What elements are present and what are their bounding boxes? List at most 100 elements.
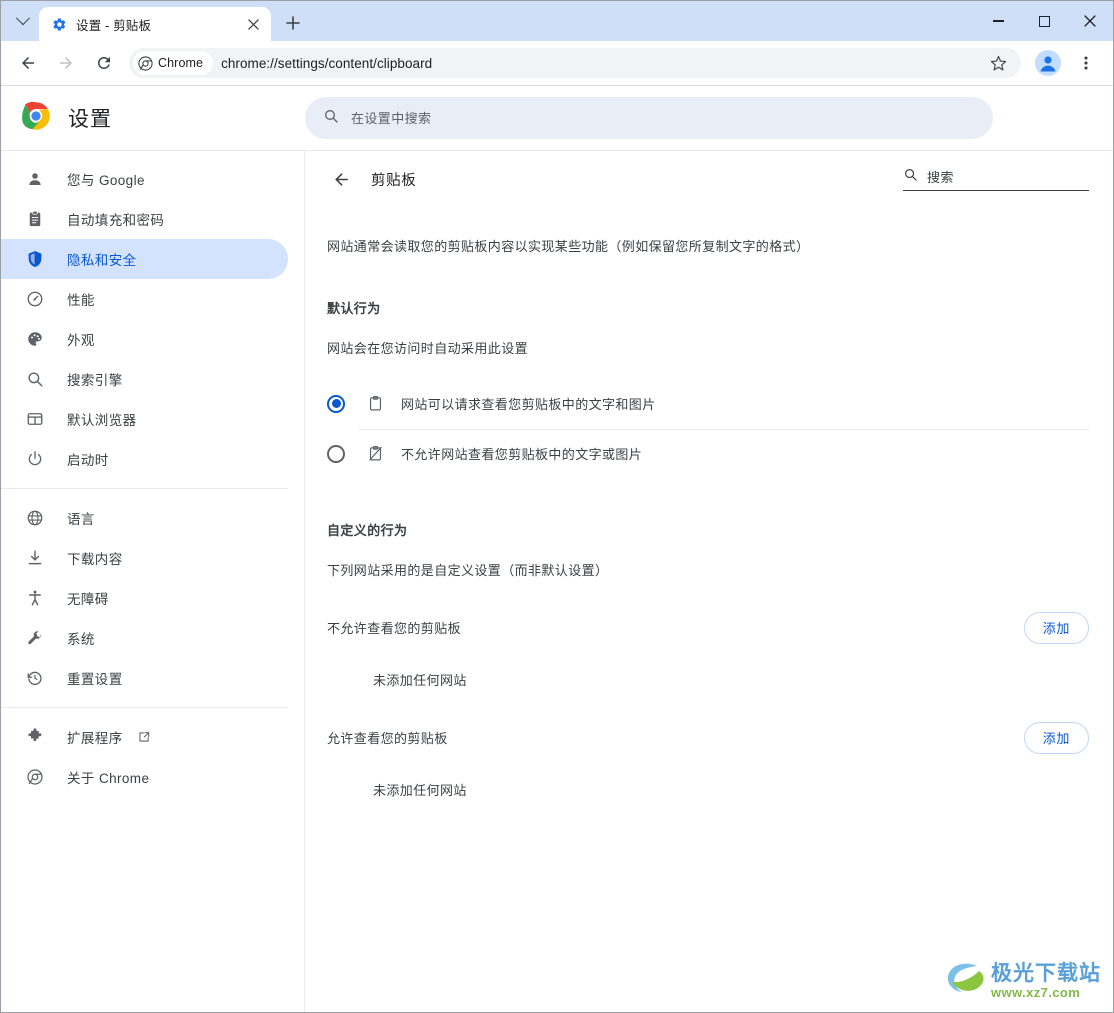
settings-brand: 设置 bbox=[21, 101, 305, 136]
sidebar-item-label: 关于 Chrome bbox=[67, 771, 150, 786]
exception-block-allowed: 允许查看您的剪贴板 添加 未添加任何网站 bbox=[305, 717, 1113, 799]
sidebar-item-autofill-passwords[interactable]: 自动填充和密码 bbox=[1, 199, 288, 239]
sidebar-divider-2 bbox=[1, 707, 288, 708]
back-button[interactable] bbox=[323, 161, 359, 197]
sidebar-item-you-and-google[interactable]: 您与 Google bbox=[1, 159, 288, 199]
sidebar-item-appearance[interactable]: 外观 bbox=[1, 319, 288, 359]
forward-button[interactable] bbox=[50, 47, 82, 79]
sidebar-item-label: 搜索引擎 bbox=[67, 373, 123, 388]
search-icon bbox=[25, 369, 45, 389]
sidebar-item-system[interactable]: 系统 bbox=[1, 618, 288, 658]
sidebar-item-label: 下载内容 bbox=[67, 552, 123, 567]
tab-search-button[interactable] bbox=[9, 7, 37, 35]
empty-state-text: 未添加任何网站 bbox=[373, 782, 467, 798]
sidebar-item-extensions[interactable]: 扩展程序 bbox=[1, 717, 288, 757]
tab-strip: 设置 - 剪贴板 bbox=[1, 1, 1113, 41]
address-bar[interactable]: Chrome chrome://settings/content/clipboa… bbox=[129, 48, 1021, 78]
subpage-title: 剪贴板 bbox=[371, 172, 417, 189]
sidebar-item-label: 您与 Google bbox=[67, 173, 145, 188]
history-restore-icon bbox=[25, 668, 45, 688]
settings-header: 设置 bbox=[1, 86, 1113, 150]
profile-avatar-icon bbox=[1035, 50, 1061, 76]
maximize-button[interactable] bbox=[1021, 1, 1067, 41]
chrome-logo-icon bbox=[25, 767, 45, 787]
accessibility-icon bbox=[25, 588, 45, 608]
forward-arrow-icon bbox=[60, 57, 72, 69]
sidebar-item-languages[interactable]: 语言 bbox=[1, 498, 288, 538]
back-button[interactable] bbox=[12, 47, 44, 79]
gear-icon bbox=[51, 16, 67, 32]
radio-option-label: 不允许网站查看您剪贴板中的文字或图片 bbox=[401, 447, 643, 462]
close-icon[interactable] bbox=[243, 14, 263, 34]
download-icon bbox=[25, 548, 45, 568]
new-tab-button[interactable] bbox=[279, 9, 307, 37]
subpage-header: 剪贴板 bbox=[305, 151, 1113, 207]
sidebar-item-label: 外观 bbox=[67, 333, 95, 348]
globe-icon bbox=[25, 508, 45, 528]
content-search-input[interactable] bbox=[927, 169, 1089, 185]
sidebar-item-label: 语言 bbox=[67, 512, 95, 527]
sidebar-item-reset-settings[interactable]: 重置设置 bbox=[1, 658, 288, 698]
settings-page: 设置 在设置中搜索 您与 Google 自动填充和密码 隐私和安全 性能 外观 … bbox=[1, 86, 1113, 1012]
sidebar-item-performance[interactable]: 性能 bbox=[1, 279, 288, 319]
sidebar-item-accessibility[interactable]: 无障碍 bbox=[1, 578, 288, 618]
add-blocked-site-button[interactable]: 添加 bbox=[1023, 611, 1089, 644]
add-allowed-site-button[interactable]: 添加 bbox=[1023, 721, 1089, 754]
browser-menu-button[interactable] bbox=[1070, 47, 1102, 79]
main-content: 剪贴板 网站通常会读取您的剪贴板内容以实现某些功能（例如保留您所复制 bbox=[305, 151, 1113, 1012]
sidebar-item-on-startup[interactable]: 启动时 bbox=[1, 439, 288, 479]
exception-title: 允许查看您的剪贴板 bbox=[327, 731, 448, 746]
chrome-logo-icon bbox=[138, 55, 153, 71]
exception-header: 不允许查看您的剪贴板 添加 bbox=[305, 607, 1113, 649]
browser-window-icon bbox=[25, 409, 45, 429]
radio-button-selected[interactable] bbox=[327, 394, 345, 413]
sidebar-item-label: 自动填充和密码 bbox=[67, 213, 165, 228]
reload-button[interactable] bbox=[88, 47, 120, 79]
browser-tab-settings[interactable]: 设置 - 剪贴板 bbox=[39, 7, 271, 41]
sidebar-item-label: 隐私和安全 bbox=[67, 253, 137, 268]
sidebar-item-about-chrome[interactable]: 关于 Chrome bbox=[1, 757, 288, 797]
radio-option-block-clipboard[interactable]: 不允许网站查看您剪贴板中的文字或图片 bbox=[305, 428, 1113, 479]
search-input[interactable] bbox=[351, 110, 975, 126]
page-title: 设置 bbox=[68, 108, 112, 131]
browser-window: 设置 - 剪贴板 Chrome chrome://settings/conten… bbox=[0, 0, 1114, 1013]
omnibox-actions bbox=[979, 47, 1017, 79]
minimize-icon bbox=[992, 20, 1004, 22]
sidebar-divider-1 bbox=[1, 488, 288, 489]
search-icon bbox=[323, 108, 339, 129]
sidebar-item-label: 重置设置 bbox=[67, 672, 123, 687]
sidebar-item-label: 默认浏览器 bbox=[67, 413, 137, 428]
sidebar-item-label: 性能 bbox=[67, 293, 95, 308]
chevron-down-icon bbox=[15, 11, 31, 26]
clipboard-list-icon bbox=[25, 209, 45, 229]
sidebar-item-default-browser[interactable]: 默认浏览器 bbox=[1, 399, 288, 439]
star-icon bbox=[990, 55, 1006, 70]
radio-option-allow-clipboard[interactable]: 网站可以请求查看您剪贴板中的文字和图片 bbox=[305, 379, 1113, 429]
settings-search-box[interactable] bbox=[305, 97, 993, 139]
three-dot-menu-icon bbox=[1084, 56, 1088, 70]
external-link-icon bbox=[137, 730, 151, 744]
radio-button-unselected[interactable] bbox=[327, 444, 345, 463]
content-search-box[interactable] bbox=[903, 167, 1089, 191]
default-behavior-subtitle: 网站会在您访问时自动采用此设置 bbox=[327, 340, 529, 356]
tab-title: 设置 - 剪贴板 bbox=[76, 18, 152, 33]
chrome-badge-label: Chrome bbox=[158, 56, 204, 70]
radio-option-label: 网站可以请求查看您剪贴板中的文字和图片 bbox=[401, 397, 656, 412]
sidebar-item-search-engine[interactable]: 搜索引擎 bbox=[1, 359, 288, 399]
sidebar-item-downloads[interactable]: 下载内容 bbox=[1, 538, 288, 578]
speedometer-icon bbox=[25, 289, 45, 309]
bookmark-star-button[interactable] bbox=[982, 47, 1014, 79]
chrome-logo-icon bbox=[21, 101, 51, 136]
custom-behavior-title: 自定义的行为 bbox=[327, 522, 408, 538]
url-text: chrome://settings/content/clipboard bbox=[221, 55, 433, 71]
sidebar-item-label: 无障碍 bbox=[67, 592, 109, 607]
default-behavior-title: 默认行为 bbox=[327, 300, 381, 316]
exception-header: 允许查看您的剪贴板 添加 bbox=[305, 717, 1113, 759]
sidebar-item-privacy-security[interactable]: 隐私和安全 bbox=[1, 239, 288, 279]
default-behavior-radio-group: 网站可以请求查看您剪贴板中的文字和图片 不允许网站查看您剪贴板中的文字或图片 bbox=[305, 379, 1113, 479]
puzzle-icon bbox=[25, 727, 45, 747]
window-controls bbox=[975, 1, 1113, 41]
close-window-button[interactable] bbox=[1067, 1, 1113, 41]
minimize-button[interactable] bbox=[975, 1, 1021, 41]
profile-button[interactable] bbox=[1032, 47, 1064, 79]
